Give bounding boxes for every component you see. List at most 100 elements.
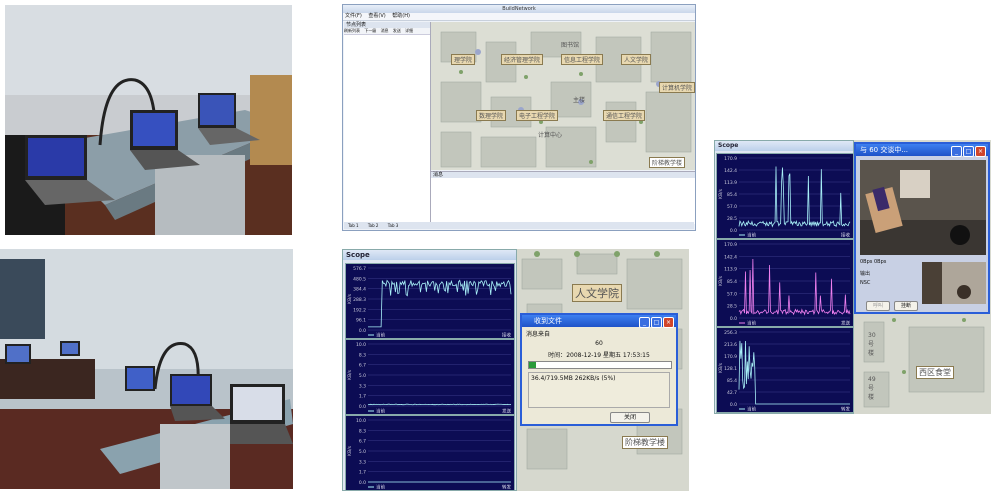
local-video bbox=[922, 262, 986, 304]
rate-text: 0Bps 0Bps bbox=[860, 259, 887, 265]
y-tick-label: 142.4 bbox=[724, 254, 737, 260]
video-minimize-button[interactable]: _ bbox=[951, 146, 962, 157]
legend-label: 当前 bbox=[747, 232, 756, 239]
map-label-information: 信息工程学院 bbox=[561, 54, 604, 65]
toolbar-next[interactable]: 下一级 bbox=[364, 28, 376, 33]
y-tick-label: 5.0 bbox=[359, 449, 366, 455]
y-tick-label: 85.4 bbox=[727, 378, 737, 384]
y-axis-unit: KB/s bbox=[347, 445, 353, 456]
scope-middle-screenshot: 人文学院 阶梯教学楼 Scope 576.7 480.5 384.4 288.3 192… bbox=[342, 249, 689, 491]
y-tick-label: 192.2 bbox=[353, 307, 366, 313]
y-tick-label: 3.3 bbox=[359, 383, 366, 389]
y-tick-label: 288.3 bbox=[353, 297, 366, 303]
series-line bbox=[738, 340, 850, 405]
toolbar-refresh[interactable]: 刷新列表 bbox=[344, 28, 360, 33]
tab-3[interactable]: Tab 3 bbox=[388, 223, 399, 228]
scope-right-screenshot: 西区食堂 30号楼 49号楼 Scope 170.9 142.4 113.9 85.4… bbox=[714, 140, 991, 414]
y-tick-label: 0.0 bbox=[730, 402, 737, 408]
node-list-toolbar: 刷新列表 下一级 消息 发送 详细 bbox=[344, 28, 430, 35]
map-right-label-30: 30号楼 bbox=[868, 332, 876, 357]
scope-right-window: Scope 170.9 142.4 113.9 85.4 57.0 28.5 0.0 KB/s… bbox=[714, 140, 854, 414]
y-tick-label: 128.1 bbox=[724, 366, 737, 372]
map-label-library: 图书馆 bbox=[561, 42, 580, 49]
map-label-computing: 计算中心 bbox=[538, 132, 563, 139]
scope-mid-plot1-svg: 576.7 480.5 384.4 288.3 192.2 96.1 0.0 KB/s 当前 接收 bbox=[347, 266, 512, 339]
video-chat-dialog: 与 60 交谈中... _ □ × 0Bps 0Bps 输出 NSC 呼叫 挂断 bbox=[854, 142, 990, 314]
tab-2[interactable]: Tab 2 bbox=[368, 223, 379, 228]
menu-help[interactable]: 帮助(H) bbox=[392, 13, 410, 19]
scope-mid-plot2-svg: 10.0 8.3 6.7 5.0 3.3 1.7 0.0 KB/s 当前 发送 bbox=[347, 342, 512, 414]
node-list-pane: 节点列表 刷新列表 下一级 消息 发送 详细 bbox=[344, 22, 431, 222]
file-received-dialog: 收到文件 _ □ × 消息来自 60 时间：2008-12-19 星期五 17:53… bbox=[520, 313, 678, 426]
y-tick-label: 0.0 bbox=[359, 480, 366, 486]
legend-label: 当前 bbox=[376, 484, 385, 491]
maximize-button[interactable]: □ bbox=[651, 317, 662, 328]
file-progress-fill bbox=[529, 362, 537, 368]
tab-1[interactable]: Tab 1 bbox=[348, 223, 359, 228]
video-close-icon[interactable]: × bbox=[975, 146, 986, 157]
y-tick-label: 85.4 bbox=[727, 192, 737, 198]
map-label-humanities: 人文学院 bbox=[621, 54, 652, 65]
field-nsc: NSC bbox=[860, 280, 871, 286]
series-line bbox=[367, 403, 512, 406]
lab-photo-bottom-image bbox=[0, 249, 293, 489]
close-button[interactable]: 关闭 bbox=[610, 412, 650, 423]
app-window: BuildNetwork 文件(F) 查看(V) 帮助(H) 节点列表 刷新列表… bbox=[342, 4, 696, 231]
y-tick-label: 8.3 bbox=[359, 428, 366, 434]
y-tick-label: 5.0 bbox=[359, 373, 366, 379]
scope-mid-plot2: 10.0 8.3 6.7 5.0 3.3 1.7 0.0 KB/s 当前 发送 bbox=[345, 339, 515, 415]
file-progress-bar bbox=[528, 361, 672, 369]
video-dialog-title: 与 60 交谈中... _ □ × bbox=[856, 144, 988, 157]
hangup-button[interactable]: 挂断 bbox=[894, 301, 918, 311]
log-pane-title: 消息 bbox=[431, 172, 695, 178]
local-video-frame bbox=[922, 262, 986, 304]
scope-right-plot3-svg: 256.3 213.6 170.9 128.1 85.4 42.7 0.0 KB/s 当前 转发 bbox=[718, 330, 850, 413]
minimize-button[interactable]: _ bbox=[639, 317, 650, 328]
log-pane: 消息 bbox=[431, 171, 695, 224]
y-tick-label: 170.9 bbox=[724, 242, 737, 248]
map-label-economics: 经济管理学院 bbox=[501, 54, 544, 65]
scope-right-plot1-svg: 170.9 142.4 113.9 85.4 57.0 28.5 0.0 KB/s 当前 接收 bbox=[718, 156, 851, 239]
y-tick-label: 10.0 bbox=[356, 342, 366, 348]
video-maximize-button[interactable]: □ bbox=[963, 146, 974, 157]
map-label-science: 理学院 bbox=[451, 54, 476, 65]
y-axis-unit: KB/s bbox=[347, 293, 353, 304]
lab-photo-bottom bbox=[0, 249, 293, 489]
y-axis-unit: KB/s bbox=[347, 369, 353, 380]
menu-file[interactable]: 文件(F) bbox=[345, 13, 362, 19]
video-dialog-title-text: 与 60 交谈中... bbox=[860, 146, 909, 154]
x-axis-label: 转发 bbox=[841, 406, 850, 413]
series-line bbox=[368, 279, 512, 328]
file-dialog-time: 时间：2008-12-19 星期五 17:53:15 bbox=[522, 350, 676, 359]
campus-map[interactable]: 人文学院 经济管理学院 理学院 电子工程学院 信息工程学院 数理学院 计算机学院… bbox=[431, 22, 695, 170]
legend-label: 当前 bbox=[376, 332, 385, 339]
y-tick-label: 96.1 bbox=[356, 318, 366, 324]
x-axis-label: 接收 bbox=[502, 332, 511, 339]
y-tick-label: 57.0 bbox=[727, 291, 737, 297]
remote-video-frame bbox=[860, 160, 986, 255]
y-tick-label: 0.0 bbox=[359, 404, 366, 410]
file-dialog-section: 消息来自 bbox=[526, 331, 551, 338]
y-tick-label: 0.0 bbox=[730, 316, 737, 322]
close-icon[interactable]: × bbox=[663, 317, 674, 328]
scope-right-title: Scope bbox=[715, 141, 853, 151]
bottom-tabs: Tab 1 Tab 2 Tab 3 bbox=[344, 222, 694, 229]
x-axis-label: 转发 bbox=[502, 484, 511, 491]
map-mid-label-lecture: 阶梯教学楼 bbox=[622, 436, 668, 449]
y-tick-label: 142.4 bbox=[724, 168, 737, 174]
file-dialog-title: 收到文件 _ □ × bbox=[522, 315, 676, 328]
y-tick-label: 480.5 bbox=[353, 276, 366, 282]
y-tick-label: 170.9 bbox=[724, 354, 737, 360]
series-line bbox=[738, 166, 851, 228]
toolbar-detail[interactable]: 详细 bbox=[405, 28, 413, 33]
map-mid-label-humanities: 人文学院 bbox=[572, 284, 622, 302]
menu-view[interactable]: 查看(V) bbox=[368, 13, 385, 19]
call-button[interactable]: 呼叫 bbox=[866, 301, 890, 311]
toolbar-msg[interactable]: 消息 bbox=[381, 28, 389, 33]
toolbar-send[interactable]: 发送 bbox=[393, 28, 401, 33]
y-tick-label: 1.7 bbox=[359, 470, 366, 476]
app-menubar: 文件(F) 查看(V) 帮助(H) bbox=[343, 13, 695, 21]
y-tick-label: 576.7 bbox=[353, 266, 366, 272]
y-tick-label: 8.3 bbox=[359, 352, 366, 358]
y-tick-label: 57.0 bbox=[727, 204, 737, 210]
